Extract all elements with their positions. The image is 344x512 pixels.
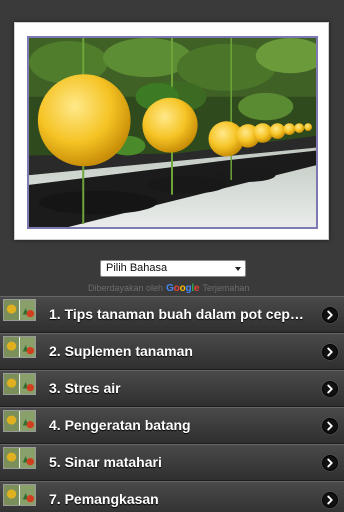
fruit-thumbnail-icon (3, 373, 36, 395)
fruit-thumbnail-icon (3, 299, 36, 321)
powered-by-google-translate[interactable]: Diberdayakan oleh Google Terjemahan (88, 282, 288, 294)
menu-item-label: 2. Suplemen tanaman (49, 343, 193, 359)
menu-list: 1. Tips tanaman buah dalam pot cepat ber… (0, 296, 344, 512)
google-logo-icon: Google (166, 282, 200, 294)
hero-image-frame (14, 22, 329, 240)
menu-item[interactable]: 7. Pemangkasan (0, 481, 344, 512)
menu-item-label: 4. Pengeratan batang (49, 417, 191, 433)
powered-by-suffix: Terjemahan (202, 283, 250, 293)
chevron-right-icon[interactable] (322, 381, 338, 397)
menu-item[interactable]: 4. Pengeratan batang (0, 407, 344, 444)
chevron-right-icon[interactable] (322, 344, 338, 360)
menu-item[interactable]: 1. Tips tanaman buah dalam pot cepat ber… (0, 296, 344, 333)
menu-item[interactable]: 2. Suplemen tanaman (0, 333, 344, 370)
melon-greenhouse-image (29, 38, 316, 227)
menu-item[interactable]: 3. Stres air (0, 370, 344, 407)
fruit-thumbnail-icon (3, 336, 36, 358)
menu-item-label: 5. Sinar matahari (49, 454, 162, 470)
chevron-right-icon[interactable] (322, 455, 338, 471)
chevron-right-icon[interactable] (322, 492, 338, 508)
fruit-thumbnail-icon (3, 447, 36, 469)
menu-item-label: 7. Pemangkasan (49, 491, 159, 507)
powered-by-prefix: Diberdayakan oleh (88, 283, 164, 293)
fruit-thumbnail-icon (3, 410, 36, 432)
menu-item[interactable]: 5. Sinar matahari (0, 444, 344, 481)
hero-image (27, 36, 318, 229)
language-select-value: Pilih Bahasa (106, 262, 168, 274)
menu-item-label: 3. Stres air (49, 380, 121, 396)
dropdown-caret-icon (235, 267, 241, 271)
chevron-right-icon[interactable] (322, 418, 338, 434)
fruit-thumbnail-icon (3, 484, 36, 506)
menu-item-label: 1. Tips tanaman buah dalam pot cepat ber… (49, 306, 307, 322)
chevron-right-icon[interactable] (322, 307, 338, 323)
language-select[interactable]: Pilih Bahasa (100, 260, 246, 277)
